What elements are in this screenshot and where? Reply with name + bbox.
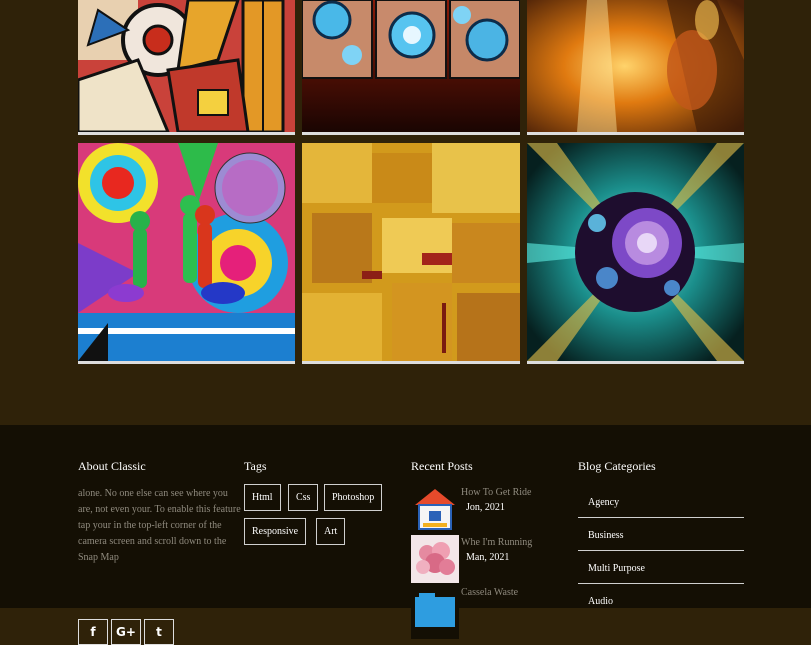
about-column: About Classic alone. No one else can see… [78, 459, 243, 645]
category-item-audio[interactable]: Audio [578, 584, 744, 616]
category-label: Multi Purpose [588, 563, 645, 574]
gallery-image[interactable] [527, 143, 744, 364]
tag-art[interactable]: Art [316, 518, 346, 545]
tag-css[interactable]: Css [288, 484, 319, 511]
recent-post[interactable]: Cassela Waste [411, 587, 571, 639]
category-item-multi-purpose[interactable]: Multi Purpose [578, 551, 744, 584]
category-label: Agency [588, 497, 620, 508]
category-item-business[interactable]: Business [578, 518, 744, 551]
blog-categories-column: Blog Categories Agency Business Multi Pu… [578, 459, 744, 608]
post-thumbnail [411, 591, 459, 639]
tag-responsive[interactable]: Responsive [244, 518, 307, 545]
recent-posts-column: Recent Posts How To Get Ride Jon, 2021 W… [411, 459, 571, 639]
post-title[interactable]: Whe I'm Running [461, 537, 532, 548]
about-text: alone. No one else can see where you are… [78, 488, 241, 563]
post-thumbnail [411, 485, 459, 533]
google-plus-icon[interactable]: G+ [111, 619, 141, 645]
post-date: Jon, 2021 [466, 502, 505, 513]
category-item-agency[interactable]: Agency [578, 485, 744, 518]
twitter-icon[interactable]: t [144, 619, 174, 645]
recent-posts-heading: Recent Posts [411, 459, 473, 473]
facebook-icon[interactable]: f [78, 619, 108, 645]
category-label: Business [588, 530, 624, 541]
tag-photoshop[interactable]: Photoshop [324, 484, 383, 511]
post-title[interactable]: Cassela Waste [461, 587, 518, 598]
recent-post[interactable]: How To Get Ride Jon, 2021 [411, 485, 571, 533]
blog-categories-heading: Blog Categories [578, 459, 656, 473]
gallery-image[interactable] [302, 0, 520, 135]
psychedelic-disco-figures [78, 143, 295, 361]
golden-face-painting [527, 0, 744, 132]
gallery [0, 0, 811, 425]
post-date: Man, 2021 [466, 552, 510, 563]
teal-crystal-sphere [527, 143, 744, 361]
tags-heading: Tags [244, 459, 267, 473]
site-footer: About Classic alone. No one else can see… [0, 425, 811, 645]
category-label: Audio [588, 596, 613, 607]
gallery-image[interactable] [527, 0, 744, 135]
gallery-image[interactable] [302, 143, 520, 364]
gallery-image[interactable] [78, 143, 295, 364]
cubist-guitar-painting [78, 0, 295, 132]
tag-cloud: Html Css Photoshop Responsive Art [244, 484, 394, 554]
gallery-image[interactable] [78, 0, 295, 135]
blue-swirl-triptych [302, 0, 520, 132]
yellow-abstract-painting [302, 143, 520, 361]
about-heading: About Classic [78, 459, 146, 473]
recent-post[interactable]: Whe I'm Running Man, 2021 [411, 535, 571, 583]
post-thumbnail [411, 535, 459, 583]
tags-column: Tags Html Css Photoshop Responsive Art [244, 459, 404, 545]
social-links: f G+ t [78, 619, 174, 645]
tag-html[interactable]: Html [244, 484, 281, 511]
post-title[interactable]: How To Get Ride [461, 487, 532, 498]
